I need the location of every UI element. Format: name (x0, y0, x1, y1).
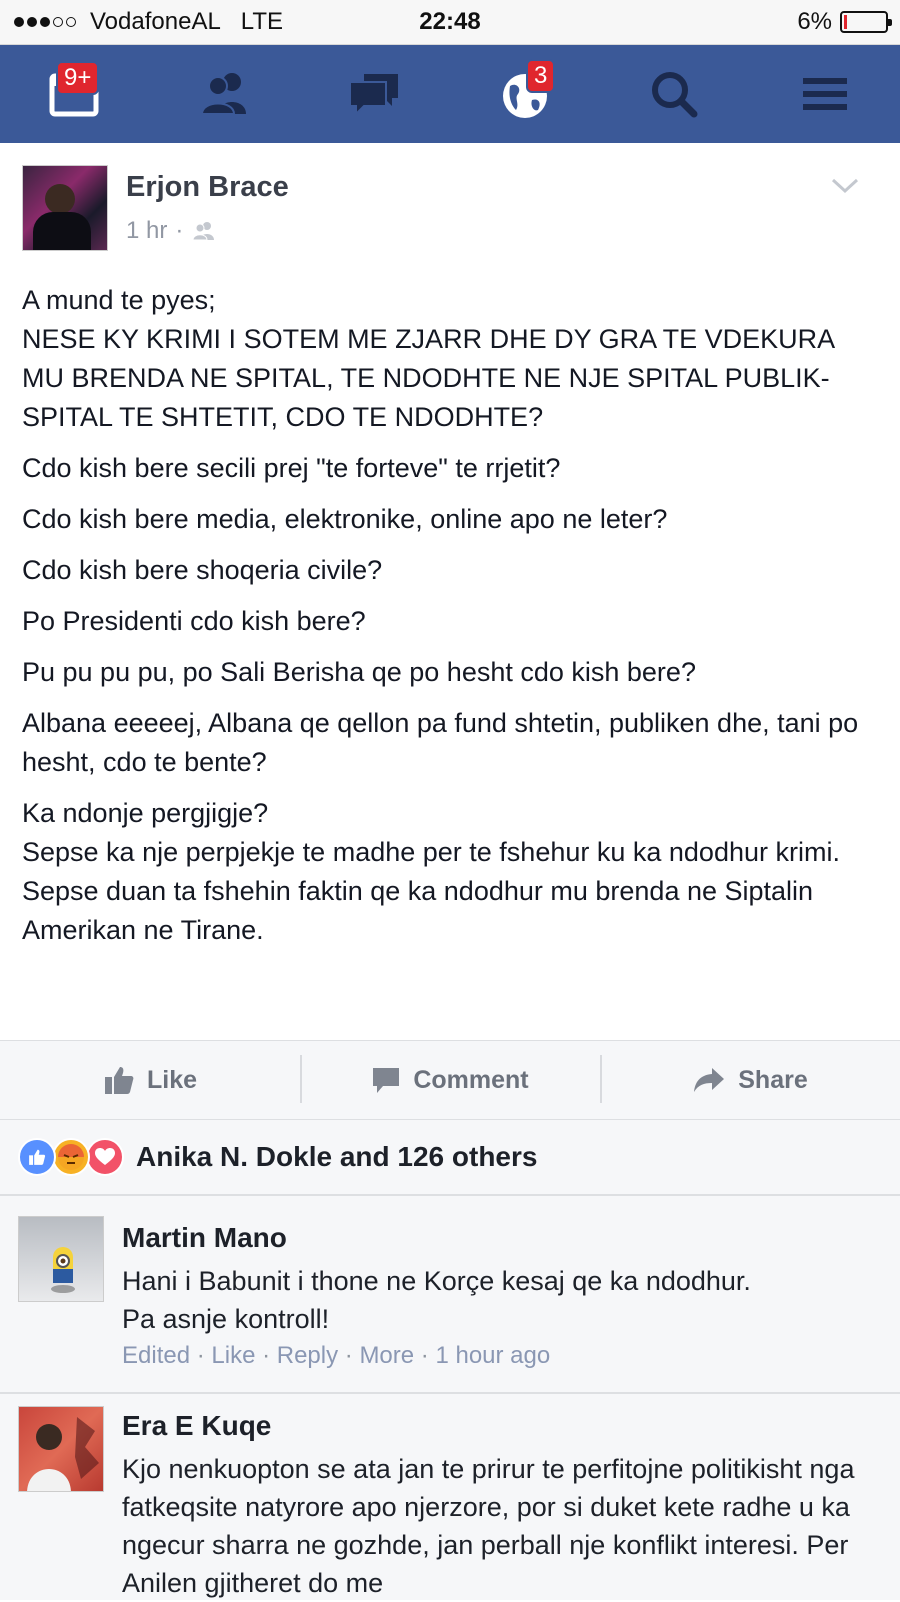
post-options-chevron-icon[interactable] (830, 177, 860, 195)
avatar-head (45, 184, 75, 214)
notifications-badge: 3 (526, 59, 556, 93)
status-left: VodafoneAL LTE (14, 8, 283, 36)
comment-label: Comment (413, 1065, 529, 1094)
nav-friends[interactable] (150, 45, 300, 143)
status-right: 6% (797, 8, 892, 36)
comment-avatar[interactable] (18, 1216, 104, 1302)
post-paragraph: Cdo kish bere shoqeria civile? (22, 555, 383, 585)
carrier-name: VodafoneAL (90, 8, 221, 35)
comment-author[interactable]: Martin Mano (122, 1222, 287, 1254)
friends-privacy-icon (192, 222, 215, 241)
top-navigation-bar: 9+ 3 (0, 45, 900, 143)
post-author-name[interactable]: Erjon Brace (126, 171, 289, 204)
menu-icon (803, 78, 847, 110)
post-paragraph: A mund te pyes; NESE KY KRIMI I SOTEM ME… (22, 285, 834, 432)
signal-strength-icon (14, 17, 76, 27)
author-avatar[interactable] (22, 165, 108, 251)
post-paragraph: Ka ndonje pergjigje? Sepse ka nje perpje… (22, 798, 840, 945)
nav-notifications[interactable]: 3 (450, 45, 600, 143)
comment-divider (0, 1392, 900, 1394)
news-feed-badge: 9+ (56, 61, 100, 95)
love-reaction-icon (86, 1138, 124, 1176)
post-paragraph: Pu pu pu pu, po Sali Berisha qe po hesht… (22, 657, 696, 687)
post-paragraph: Cdo kish bere media, elektronike, online… (22, 504, 668, 534)
comment-text: Hani i Babunit i thone ne Korçe kesaj qe… (122, 1266, 751, 1334)
share-button[interactable]: Share (600, 1041, 900, 1119)
comment-icon (373, 1068, 400, 1093)
comment-author[interactable]: Era E Kuqe (122, 1410, 271, 1442)
post-action-bar: Like Comment Share (0, 1040, 900, 1120)
reactions-summary[interactable]: Anika N. Dokle and 126 others (0, 1120, 900, 1196)
reaction-icons (18, 1138, 124, 1176)
battery-fill (844, 15, 847, 29)
like-label: Like (146, 1065, 198, 1094)
share-arrow-icon (694, 1068, 725, 1092)
signal-dot (14, 17, 24, 27)
nav-menu[interactable] (750, 45, 900, 143)
nav-messages[interactable] (300, 45, 450, 143)
person-avatar-icon (27, 1417, 99, 1491)
like-reaction-icon (18, 1138, 56, 1176)
battery-icon (840, 11, 892, 33)
comment-like-link[interactable]: Like (211, 1342, 255, 1369)
comment-button[interactable]: Comment (300, 1041, 600, 1119)
reactions-summary-text: Anika N. Dokle and 126 others (136, 1141, 538, 1172)
angry-reaction-icon (52, 1138, 90, 1176)
comments-list: Martin Mano Hani i Babunit i thone ne Ko… (0, 1196, 900, 1600)
comment-edited-link[interactable]: Edited (122, 1342, 190, 1369)
search-icon (652, 72, 698, 118)
meta-separator: · (175, 217, 184, 244)
messages-icon (349, 74, 398, 117)
minion-avatar-icon (51, 1247, 75, 1293)
comment-more-link[interactable]: More (359, 1342, 414, 1369)
signal-dot (40, 17, 50, 27)
signal-dot (66, 17, 76, 27)
nav-search[interactable] (600, 45, 750, 143)
network-type: LTE (240, 8, 284, 35)
friends-icon (200, 73, 246, 115)
post-paragraph: Cdo kish bere secili prej "te forteve" t… (22, 453, 561, 483)
thumbs-up-icon (104, 1067, 134, 1094)
share-label: Share (738, 1065, 808, 1094)
like-button[interactable]: Like (0, 1041, 300, 1119)
comment-reply-link[interactable]: Reply (277, 1342, 338, 1369)
avatar-body (33, 212, 91, 250)
nav-news-feed[interactable]: 9+ (0, 45, 150, 143)
signal-dot (27, 17, 37, 27)
comment-meta: Edited · Like · Reply · More · 1 hour ag… (122, 1342, 551, 1369)
comment-avatar[interactable] (18, 1406, 104, 1492)
post-paragraph: Albana eeeeej, Albana qe qellon pa fund … (22, 708, 859, 777)
status-bar: VodafoneAL LTE 22:48 6% (0, 0, 900, 45)
post-body: A mund te pyes; NESE KY KRIMI I SOTEM ME… (22, 281, 882, 962)
post-timestamp[interactable]: 1 hr (126, 217, 167, 245)
post-paragraph: Po Presidenti cdo kish bere? (22, 606, 366, 636)
post-meta: 1 hr · (126, 217, 217, 245)
comment-text: Kjo nenkuopton se ata jan te prirur te p… (122, 1454, 855, 1598)
signal-dot (53, 17, 63, 27)
battery-percent: 6% (797, 8, 832, 35)
comment-timestamp[interactable]: 1 hour ago (435, 1342, 550, 1369)
